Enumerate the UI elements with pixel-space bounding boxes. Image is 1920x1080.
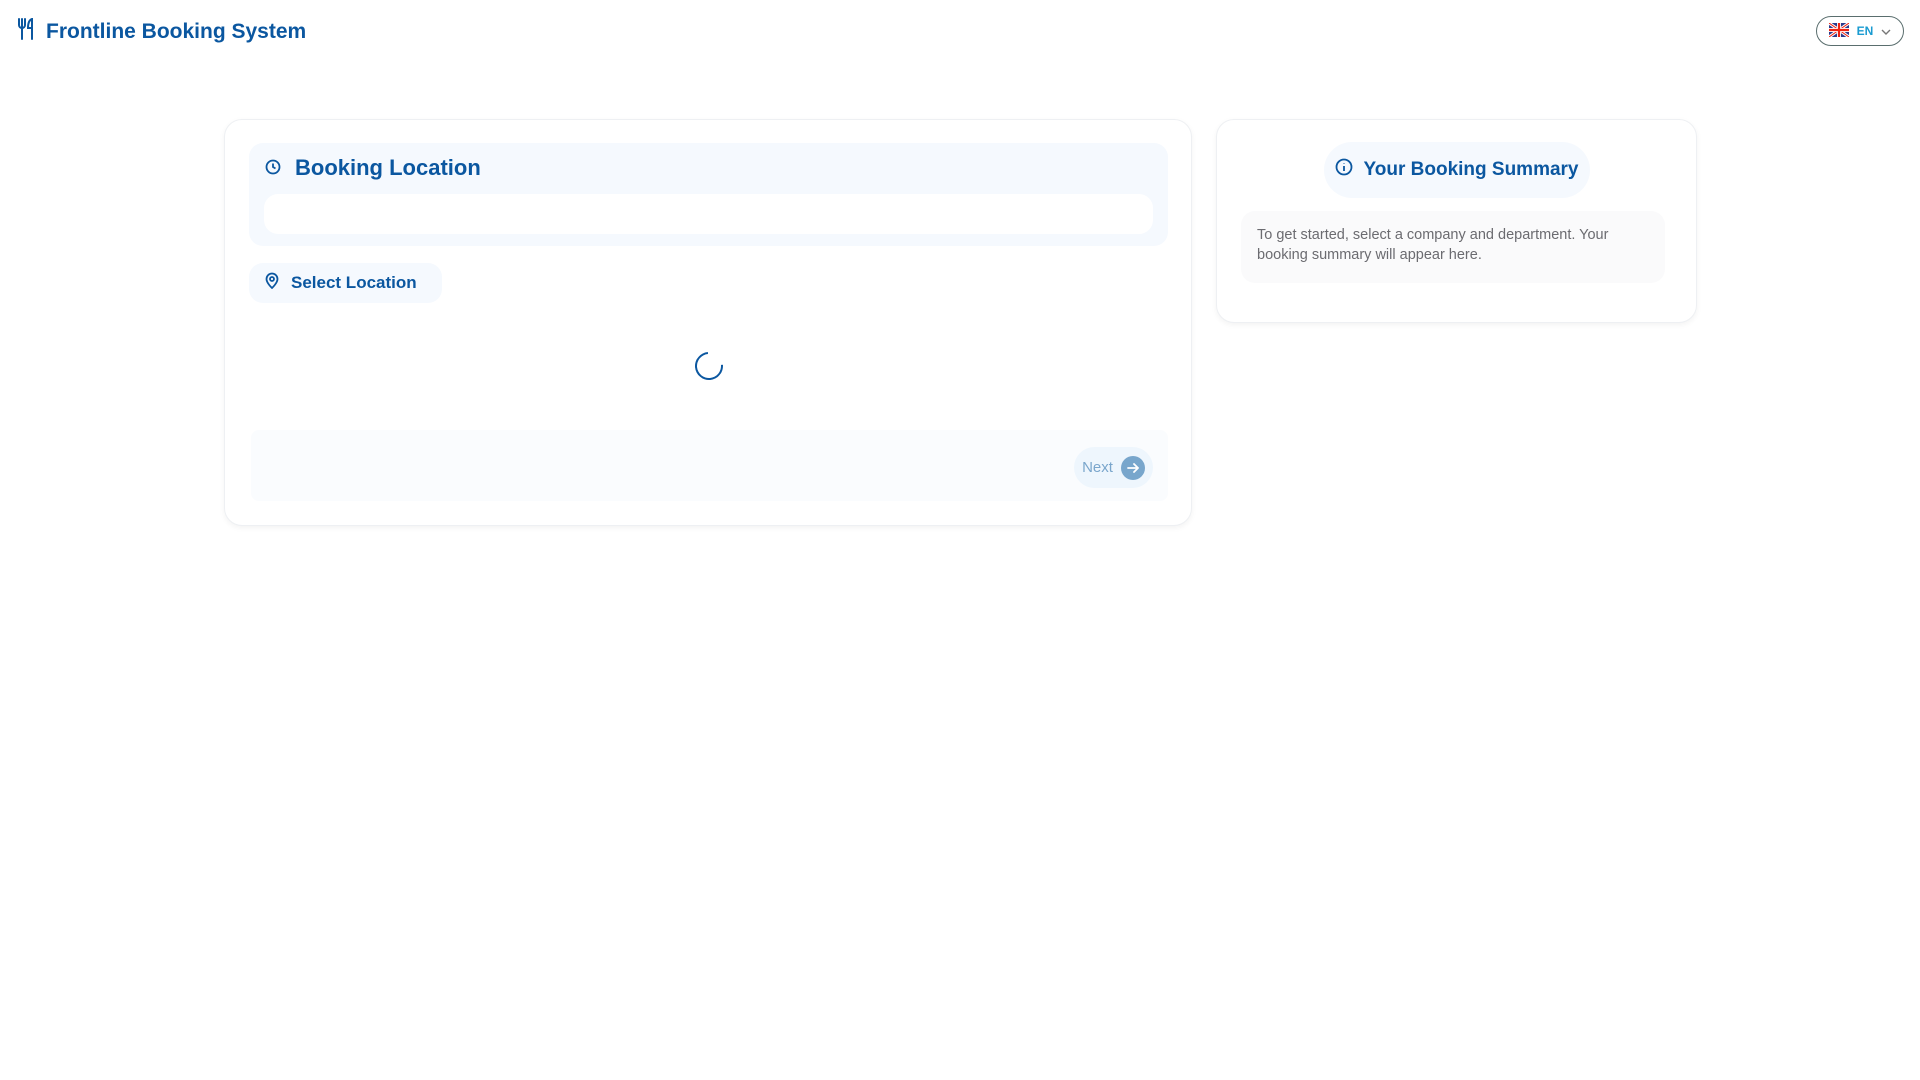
- booking-header: Booking Location: [249, 143, 1168, 246]
- uk-flag-icon: [1827, 21, 1850, 40]
- app-brand[interactable]: Frontline Booking System: [17, 17, 307, 46]
- arrow-right-icon: [1120, 455, 1145, 480]
- app-title: Frontline Booking System: [46, 20, 307, 43]
- booking-footer: Next: [251, 430, 1168, 501]
- language-selector[interactable]: EN: [1816, 16, 1904, 46]
- chevron-down-icon: [1881, 24, 1891, 38]
- info-icon: [1335, 158, 1353, 182]
- location-search-input[interactable]: [264, 194, 1153, 234]
- next-label: Next: [1082, 459, 1113, 476]
- summary-text: To get started, select a company and dep…: [1241, 211, 1665, 283]
- summary-title: Your Booking Summary: [1363, 159, 1579, 180]
- booking-title: Booking Location: [295, 155, 481, 180]
- utensils-icon: [17, 17, 37, 46]
- language-code: EN: [1856, 24, 1874, 38]
- summary-header: Your Booking Summary: [1324, 142, 1590, 198]
- clock-icon: [265, 159, 281, 180]
- spinner-icon: [689, 346, 729, 386]
- select-location-button[interactable]: Select Location: [249, 263, 442, 303]
- next-button[interactable]: Next: [1074, 447, 1153, 488]
- select-location-label: Select Location: [291, 273, 417, 292]
- map-pin-icon: [265, 272, 279, 294]
- booking-card: Booking Location Select Location Next: [224, 119, 1192, 526]
- booking-summary-card: Your Booking Summary To get started, sel…: [1216, 119, 1697, 323]
